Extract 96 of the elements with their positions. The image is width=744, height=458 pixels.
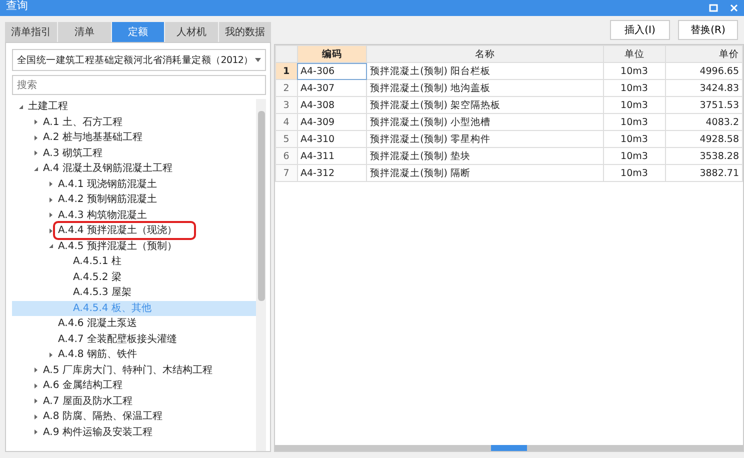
tree-item-label: A.6 金属结构工程 (42, 379, 124, 392)
tree-item-label: A.4.5.1 柱 (72, 255, 122, 268)
tree-item[interactable]: A.4.7 全装配壁板接头灌缝 (12, 332, 256, 347)
tree-item[interactable]: A.4.4 预拌混凝土（现浇） (12, 223, 256, 238)
tree-item-label: A.4.6 混凝土泵送 (57, 317, 138, 330)
action-button[interactable]: 替换(R) (678, 20, 738, 40)
table-cell: 4083.2 (665, 114, 742, 130)
tree-item-label: A.4.5.3 屋架 (72, 286, 132, 300)
tree-item[interactable]: 土建工程 (12, 99, 256, 114)
table-cell: 10m3 (603, 62, 666, 80)
tree-item-label: A.4.5.2 梁 (72, 270, 122, 284)
table-cell: 4928.58 (665, 130, 742, 148)
tree-item-label: 土建工程 (27, 100, 69, 114)
tree-item[interactable]: A.4.2 预制钢筋混凝土 (12, 192, 256, 208)
table-cell: 预拌混凝土(预制) 地沟盖板 (366, 80, 604, 96)
row-number[interactable]: 4 (276, 114, 297, 130)
table-cell: A4-307 (297, 80, 367, 96)
tree-item-label: A.4.8 钢筋、铁件 (57, 348, 138, 362)
tree-item[interactable]: A.4.5.1 柱 (12, 254, 256, 270)
close-icon[interactable] (730, 4, 738, 12)
table-cell: 10m3 (603, 130, 666, 148)
table-cell: 3538.28 (665, 148, 742, 164)
column-header[interactable]: 编码 (297, 46, 367, 62)
tree-item[interactable]: A.6 金属结构工程 (12, 378, 256, 394)
tree-item[interactable]: A.1 土、石方工程 (12, 114, 256, 130)
table-cell: 预拌混凝土(预制) 零星构件 (366, 130, 604, 148)
tree-item-label: A.2 桩与地基基础工程 (42, 131, 144, 144)
table-cell: 预拌混凝土(预制) 小型池槽 (366, 114, 604, 130)
corner-cell (276, 46, 297, 62)
column-header[interactable]: 单价 (665, 46, 742, 62)
tree-item[interactable]: A.2 桩与地基基础工程 (12, 130, 256, 146)
maximize-icon[interactable] (709, 4, 718, 12)
tree-item[interactable]: A.8 防腐、隔热、保温工程 (12, 409, 256, 424)
tab[interactable]: 清单 (58, 22, 111, 42)
tree-item-label: A.3 砌筑工程 (42, 146, 104, 160)
table-cell: 预拌混凝土(预制) 隔断 (366, 164, 604, 182)
tree-item-label: A.4 混凝土及钢筋混凝土工程 (42, 162, 174, 176)
tree-item-label: A.4.1 现浇钢筋混凝土 (57, 178, 158, 191)
table-cell: 4996.65 (665, 62, 742, 80)
tree-item-label: A.1 土、石方工程 (42, 116, 124, 129)
row-number[interactable]: 6 (276, 148, 297, 164)
tree-item[interactable]: A.4 混凝土及钢筋混凝土工程 (12, 161, 256, 176)
tree-item-label: A.7 屋面及防水工程 (42, 394, 134, 408)
dropdown-caret-icon[interactable] (255, 58, 261, 62)
tree-item-label: A.8 防腐、隔热、保温工程 (42, 410, 164, 424)
tree-item-label: A.4.2 预制钢筋混凝土 (57, 193, 158, 206)
tree-item-label: A.4.5.4 板、其他 (72, 302, 152, 315)
tree-item-label: A.5 厂库房大门、特种门、木结构工程 (42, 364, 214, 377)
tab[interactable]: 人材机 (165, 22, 218, 42)
tree-item[interactable]: A.4.5.2 梁 (12, 270, 256, 285)
action-button[interactable]: 插入(I) (610, 20, 670, 40)
search-field[interactable]: 搜索 (12, 75, 266, 95)
tree-item[interactable]: A.9 构件运输及安装工程 (12, 424, 256, 440)
tree-item-label: A.4.5 预拌混凝土（预制） (57, 240, 178, 253)
tree-item[interactable]: A.4.3 构筑物混凝土 (12, 208, 256, 223)
table-cell: 10m3 (603, 164, 666, 182)
table-cell: 3882.71 (665, 164, 742, 182)
table-cell: 10m3 (603, 80, 666, 96)
tree-item-label: A.9 构件运输及安装工程 (42, 426, 154, 439)
column-header[interactable]: 单位 (603, 46, 666, 62)
table-cell: 预拌混凝土(预制) 阳台栏板 (366, 62, 604, 80)
table-cell: A4-306 (297, 62, 367, 80)
table-cell: A4-310 (297, 130, 367, 148)
table-cell: A4-309 (297, 114, 367, 130)
table-cell: 3424.83 (665, 80, 742, 96)
tree-item-label: A.4.4 预拌混凝土（现浇） (56, 224, 193, 238)
table-cell: 10m3 (603, 96, 666, 114)
tree-item-label: A.4.3 构筑物混凝土 (57, 208, 148, 222)
tab[interactable]: 我的数据 (218, 22, 272, 42)
tree-item[interactable]: A.4.6 混凝土泵送 (12, 316, 256, 332)
table-cell: 10m3 (603, 148, 666, 164)
row-number[interactable]: 3 (276, 96, 297, 114)
tree-item[interactable]: A.5 厂库房大门、特种门、木结构工程 (12, 362, 256, 378)
row-number[interactable]: 7 (276, 164, 297, 182)
column-header[interactable]: 名称 (366, 46, 604, 62)
tree-item[interactable]: A.4.1 现浇钢筋混凝土 (12, 176, 256, 192)
tree-item[interactable]: A.4.5 预拌混凝土（预制） (12, 238, 256, 254)
table-cell: 预拌混凝土(预制) 架空隔热板 (366, 96, 604, 114)
row-number[interactable]: 5 (276, 130, 297, 148)
tree-item[interactable]: A.7 屋面及防水工程 (12, 394, 256, 409)
horizontal-scrollbar[interactable] (275, 445, 743, 451)
tab[interactable]: 清单指引 (5, 22, 58, 42)
tree-item[interactable]: A.3 砌筑工程 (12, 146, 256, 161)
row-number[interactable]: 1 (276, 62, 297, 80)
row-number[interactable]: 2 (276, 80, 297, 96)
table-cell: A4-308 (297, 96, 367, 114)
vertical-scrollbar[interactable] (256, 99, 266, 451)
tree-item[interactable]: A.4.5.3 屋架 (12, 285, 256, 300)
library-dropdown[interactable]: 全国统一建筑工程基础定额河北省消耗量定额（2012） (12, 49, 266, 71)
table-cell: A4-312 (297, 164, 367, 182)
table-cell: A4-311 (297, 148, 367, 164)
tree-item[interactable]: A.4.8 钢筋、铁件 (12, 347, 256, 362)
table-cell: 10m3 (603, 114, 666, 130)
tree-item-label: A.4.7 全装配壁板接头灌缝 (57, 332, 178, 346)
table-cell: 3751.53 (665, 96, 742, 114)
table-cell: 预拌混凝土(预制) 垫块 (366, 148, 604, 164)
